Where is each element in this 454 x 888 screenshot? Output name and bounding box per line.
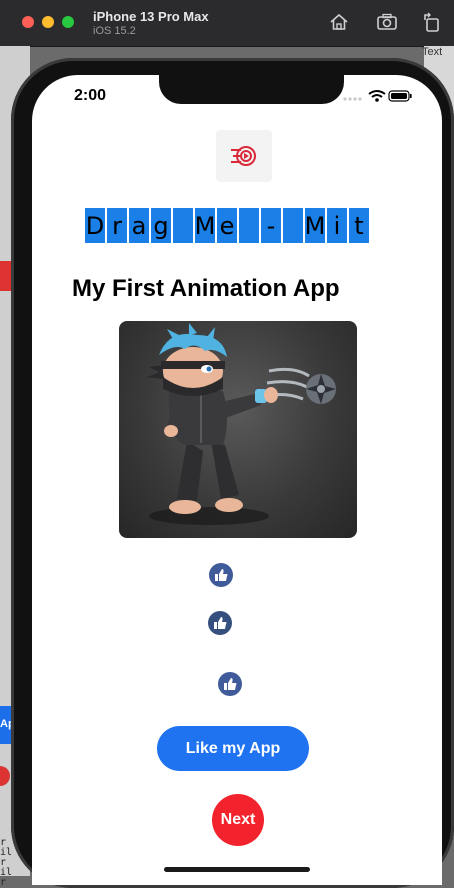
minimize-window-button[interactable]	[42, 16, 54, 28]
home-icon	[330, 13, 348, 30]
cellular-icon	[343, 97, 362, 101]
drag-letter: e	[216, 207, 238, 244]
thumbs-up-button[interactable]	[218, 672, 242, 696]
app-logo-icon	[231, 146, 256, 166]
drag-letter: -	[260, 207, 282, 244]
drag-me-label[interactable]: D r a g M e - M i t	[84, 207, 370, 244]
home-button[interactable]	[328, 11, 350, 33]
next-button[interactable]: Next	[212, 794, 264, 846]
thumbs-up-icon	[214, 617, 227, 629]
ninja-illustration	[147, 323, 336, 525]
thumbs-up-button[interactable]	[209, 563, 233, 587]
rotate-icon	[424, 12, 439, 32]
drag-letter: M	[304, 207, 326, 244]
simulator-title-bar: iPhone 13 Pro Max iOS 15.2	[0, 0, 454, 47]
screenshot-button[interactable]	[376, 11, 398, 33]
drag-letter: D	[84, 207, 106, 244]
code-line: il	[0, 867, 13, 878]
code-line: r	[0, 877, 7, 888]
background-code: r il r il r	[0, 838, 12, 888]
ninja-image	[119, 321, 357, 538]
page-title: My First Animation App	[72, 275, 340, 302]
background-text-label: Text	[422, 46, 443, 58]
drag-letter: a	[128, 207, 150, 244]
battery-icon	[388, 90, 412, 102]
shuriken-icon	[306, 374, 336, 404]
drag-letter: g	[150, 207, 172, 244]
status-icons	[343, 90, 412, 102]
background-red-dot	[0, 766, 10, 786]
drag-letter	[172, 207, 194, 244]
thumbs-up-button-animating[interactable]	[208, 611, 232, 635]
status-time: 2:00	[74, 87, 107, 104]
thumbs-up-icon	[224, 678, 237, 690]
close-window-button[interactable]	[22, 16, 34, 28]
drag-letter: t	[348, 207, 370, 244]
thumbs-up-icon	[215, 569, 228, 581]
drag-letter: M	[194, 207, 216, 244]
notch	[159, 75, 344, 104]
app-logo	[216, 130, 272, 182]
os-version: iOS 15.2	[93, 25, 136, 37]
drag-letter: i	[326, 207, 348, 244]
drag-letter	[238, 207, 260, 244]
home-indicator[interactable]	[164, 867, 310, 872]
wifi-icon	[368, 90, 386, 102]
phone-screen: 2:00 D r a g M e - M i t My First Animat…	[32, 75, 442, 885]
like-my-app-button[interactable]: Like my App	[157, 726, 309, 771]
drag-letter	[282, 207, 304, 244]
camera-icon	[377, 13, 397, 30]
rotate-button[interactable]	[421, 11, 443, 33]
drag-letter: r	[106, 207, 128, 244]
zoom-window-button[interactable]	[62, 16, 74, 28]
device-name: iPhone 13 Pro Max	[93, 9, 209, 24]
